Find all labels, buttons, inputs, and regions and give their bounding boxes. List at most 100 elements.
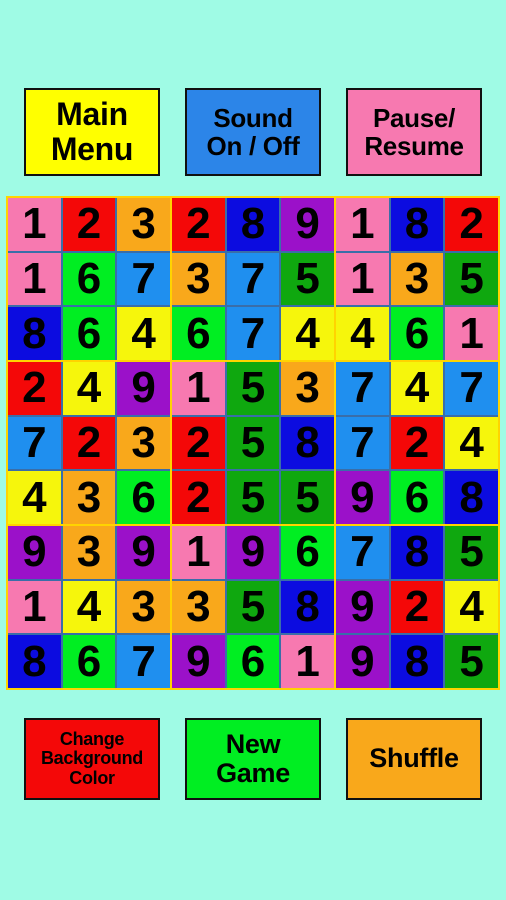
grid-cell[interactable]: 5 xyxy=(281,471,334,524)
grid-cell[interactable]: 7 xyxy=(117,635,170,688)
grid-cell[interactable]: 9 xyxy=(226,526,280,579)
grid-cell[interactable]: 3 xyxy=(62,471,116,524)
grid-cell[interactable]: 7 xyxy=(226,307,280,360)
top-button-bar: Main Menu Sound On / Off Pause/ Resume xyxy=(0,88,506,178)
grid-cell[interactable]: 5 xyxy=(281,252,334,306)
grid-cell[interactable]: 6 xyxy=(62,307,116,360)
grid-cell[interactable]: 8 xyxy=(8,307,61,360)
grid-cell[interactable]: 9 xyxy=(336,580,389,634)
grid-cell[interactable]: 8 xyxy=(445,471,498,524)
grid-cell[interactable]: 2 xyxy=(390,416,444,470)
grid-cell[interactable]: 2 xyxy=(172,471,225,524)
change-background-color-button[interactable]: Change Background Color xyxy=(24,718,160,800)
grid-cell[interactable]: 7 xyxy=(445,362,498,415)
new-game-label-line2: Game xyxy=(216,758,290,788)
new-game-button[interactable]: New Game xyxy=(185,718,321,800)
grid-cell[interactable]: 4 xyxy=(281,307,334,360)
grid-cell[interactable]: 7 xyxy=(336,362,389,415)
grid-cell[interactable]: 9 xyxy=(117,526,170,579)
grid-cell[interactable]: 3 xyxy=(172,580,225,634)
grid-cell[interactable]: 9 xyxy=(336,471,389,524)
grid-cell[interactable]: 7 xyxy=(336,526,389,579)
grid-cell[interactable]: 6 xyxy=(172,307,225,360)
grid-cell[interactable]: 4 xyxy=(62,580,116,634)
grid-cell[interactable]: 2 xyxy=(445,198,498,251)
grid-cell[interactable]: 9 xyxy=(8,526,61,579)
grid-cell[interactable]: 1 xyxy=(281,635,334,688)
grid-cell[interactable]: 5 xyxy=(445,252,498,306)
grid-cell[interactable]: 2 xyxy=(172,198,225,251)
sudoku-grid[interactable]: 1231678642893756741821354612497234361532… xyxy=(6,196,500,690)
grid-cell[interactable]: 9 xyxy=(172,635,225,688)
main-menu-button[interactable]: Main Menu xyxy=(24,88,160,176)
grid-cell[interactable]: 3 xyxy=(117,580,170,634)
grid-cell[interactable]: 3 xyxy=(172,252,225,306)
grid-cell[interactable]: 2 xyxy=(62,416,116,470)
grid-cell[interactable]: 2 xyxy=(390,580,444,634)
grid-cell[interactable]: 1 xyxy=(445,307,498,360)
grid-cell[interactable]: 6 xyxy=(281,526,334,579)
grid-cell[interactable]: 8 xyxy=(281,416,334,470)
grid-cell[interactable]: 3 xyxy=(281,362,334,415)
grid-cell[interactable]: 8 xyxy=(390,526,444,579)
grid-cell[interactable]: 6 xyxy=(62,635,116,688)
grid-cell[interactable]: 3 xyxy=(390,252,444,306)
grid-cell[interactable]: 4 xyxy=(117,307,170,360)
grid-cell[interactable]: 2 xyxy=(172,416,225,470)
grid-cell[interactable]: 1 xyxy=(336,252,389,306)
grid-cell[interactable]: 6 xyxy=(390,471,444,524)
grid-cell[interactable]: 6 xyxy=(62,252,116,306)
grid-cell[interactable]: 4 xyxy=(336,307,389,360)
grid-cell[interactable]: 8 xyxy=(390,635,444,688)
grid-cell[interactable]: 4 xyxy=(445,416,498,470)
grid-cell[interactable]: 1 xyxy=(172,362,225,415)
grid-cell[interactable]: 8 xyxy=(390,198,444,251)
grid-cell[interactable]: 7 xyxy=(336,416,389,470)
grid-cell[interactable]: 4 xyxy=(8,471,61,524)
grid-cell[interactable]: 7 xyxy=(226,252,280,306)
sound-label-line2: On / Off xyxy=(206,131,300,161)
grid-cell[interactable]: 7 xyxy=(8,416,61,470)
grid-cell[interactable]: 6 xyxy=(226,635,280,688)
grid-cell[interactable]: 7 xyxy=(117,252,170,306)
grid-cell[interactable]: 2 xyxy=(62,198,116,251)
grid-cell[interactable]: 4 xyxy=(445,580,498,634)
change-bg-label-line3: Color xyxy=(69,767,115,788)
grid-block: 249723436 xyxy=(8,362,170,524)
grid-cell[interactable]: 5 xyxy=(445,635,498,688)
grid-cell[interactable]: 1 xyxy=(8,198,61,251)
grid-cell[interactable]: 5 xyxy=(226,416,280,470)
grid-block: 182135461 xyxy=(336,198,498,360)
grid-block: 153258255 xyxy=(172,362,334,524)
grid-cell[interactable]: 4 xyxy=(62,362,116,415)
grid-cell[interactable]: 8 xyxy=(281,580,334,634)
grid-cell[interactable]: 4 xyxy=(390,362,444,415)
grid-cell[interactable]: 9 xyxy=(336,635,389,688)
grid-cell[interactable]: 5 xyxy=(226,580,280,634)
grid-cell[interactable]: 5 xyxy=(226,362,280,415)
grid-cell[interactable]: 1 xyxy=(172,526,225,579)
grid-cell[interactable]: 1 xyxy=(8,252,61,306)
grid-cell[interactable]: 9 xyxy=(281,198,334,251)
grid-cell[interactable]: 5 xyxy=(226,471,280,524)
grid-cell[interactable]: 6 xyxy=(117,471,170,524)
shuffle-button[interactable]: Shuffle xyxy=(346,718,482,800)
grid-cell[interactable]: 3 xyxy=(117,416,170,470)
grid-block: 289 375 674 xyxy=(172,198,334,360)
grid-cell[interactable]: 3 xyxy=(62,526,116,579)
grid-cell[interactable]: 9 xyxy=(117,362,170,415)
sound-label-line1: Sound xyxy=(213,102,293,133)
grid-cell[interactable]: 1 xyxy=(8,580,61,634)
grid-cell[interactable]: 8 xyxy=(226,198,280,251)
shuffle-label: Shuffle xyxy=(369,743,459,774)
grid-cell[interactable]: 6 xyxy=(390,307,444,360)
grid-cell[interactable]: 3 xyxy=(117,198,170,251)
grid-cell[interactable]: 8 xyxy=(8,635,61,688)
sound-on-off-button[interactable]: Sound On / Off xyxy=(185,88,321,176)
grid-block: 196358961 xyxy=(172,526,334,688)
grid-cell[interactable]: 2 xyxy=(8,362,61,415)
pause-label-line1: Pause/ xyxy=(372,102,456,133)
grid-cell[interactable]: 5 xyxy=(445,526,498,579)
grid-cell[interactable]: 1 xyxy=(336,198,389,251)
pause-resume-button[interactable]: Pause/ Resume xyxy=(346,88,482,176)
